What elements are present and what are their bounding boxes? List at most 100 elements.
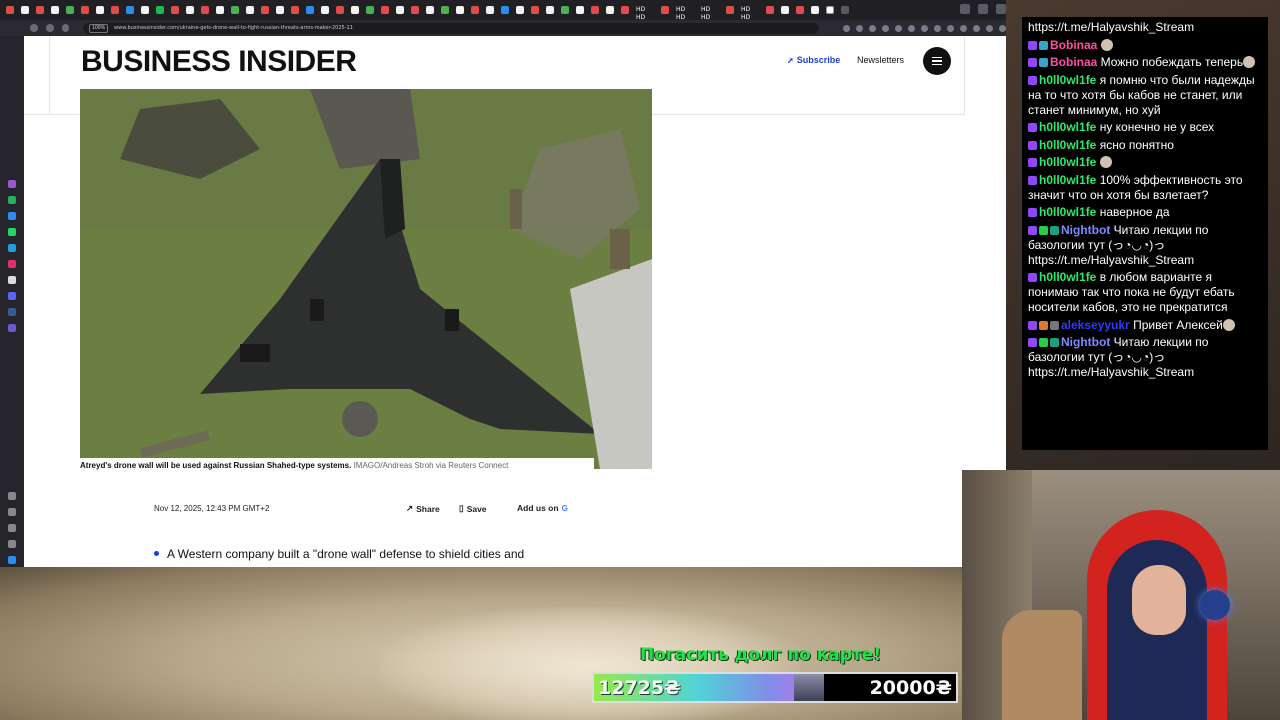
tab-favicon[interactable] [766, 6, 774, 14]
chat-username[interactable]: h0ll0wl1fe [1039, 120, 1100, 134]
chat-username[interactable]: h0ll0wl1fe [1039, 173, 1100, 187]
more-icon[interactable] [8, 556, 16, 564]
tab-favicon[interactable] [351, 6, 359, 14]
forward-icon[interactable] [45, 24, 54, 32]
extension-icon[interactable] [999, 24, 1007, 32]
tab-favicon[interactable] [216, 6, 224, 14]
tab-favicon[interactable] [156, 6, 164, 14]
reload-icon[interactable] [61, 24, 70, 32]
chat-username[interactable]: alekseyyukr [1061, 318, 1133, 332]
minimize-icon[interactable] [960, 4, 970, 14]
settings-icon[interactable] [8, 540, 16, 548]
chat-username[interactable]: Bobinaa [1050, 38, 1101, 52]
tab-favicon[interactable] [546, 6, 554, 14]
tab-favicon[interactable] [516, 6, 524, 14]
tab-favicon[interactable] [396, 6, 404, 14]
menu-button[interactable] [923, 47, 951, 75]
extension-icon[interactable] [869, 24, 877, 32]
extension-icon[interactable] [908, 24, 916, 32]
chat-username[interactable]: Nightbot [1061, 223, 1114, 237]
chat-username[interactable]: Bobinaa [1050, 55, 1101, 69]
tab-hd[interactable]: HD HD [636, 6, 654, 20]
back-icon[interactable] [30, 24, 38, 32]
tab-favicon[interactable] [411, 6, 419, 14]
tab-favicon[interactable] [366, 6, 374, 14]
tab-favicon[interactable] [531, 6, 539, 14]
clock-icon[interactable] [8, 524, 16, 532]
tab-hd[interactable]: HD HD [676, 6, 694, 20]
tab-favicon[interactable] [276, 6, 284, 14]
tab-favicon[interactable] [81, 6, 89, 14]
tab-favicon[interactable] [261, 6, 269, 14]
subscribe-link[interactable]: ➚ Subscribe [787, 55, 840, 65]
downloads-icon[interactable] [8, 508, 16, 516]
sidebar-app-icon[interactable] [8, 212, 16, 220]
tab-hd[interactable]: HD HD [741, 6, 759, 20]
tab-favicon[interactable] [591, 6, 599, 14]
tab-favicon[interactable] [576, 6, 584, 14]
tab-favicon[interactable] [796, 6, 804, 14]
new-tab-button[interactable] [841, 6, 849, 14]
tab-favicon[interactable] [66, 6, 74, 14]
share-button[interactable]: ↗ Share [406, 503, 440, 514]
url-text[interactable]: www.businessinsider.com/ukraine-gets-dro… [114, 25, 353, 31]
tab-favicon[interactable] [781, 6, 789, 14]
extension-icon[interactable] [934, 24, 942, 32]
tab-favicon[interactable] [186, 6, 194, 14]
sidebar-app-icon[interactable] [8, 324, 16, 332]
tab-favicon[interactable] [811, 6, 819, 14]
tab-favicon[interactable] [426, 6, 434, 14]
extension-icon[interactable] [856, 24, 864, 32]
tab-favicon[interactable] [621, 6, 629, 14]
url-field[interactable]: 100% www.businessinsider.com/ukraine-get… [83, 22, 820, 34]
tab-favicon[interactable] [441, 6, 449, 14]
tab-favicon[interactable] [21, 6, 29, 14]
sidebar-app-icon[interactable] [8, 196, 16, 204]
site-logo[interactable]: BUSINESS INSIDER [81, 45, 357, 79]
active-tab[interactable] [826, 6, 834, 14]
tab-favicon[interactable] [321, 6, 329, 14]
tab-favicon[interactable] [486, 6, 494, 14]
tab-favicon[interactable] [726, 6, 734, 14]
tab-favicon[interactable] [201, 6, 209, 14]
tab-favicon[interactable] [336, 6, 344, 14]
chat-username[interactable]: h0ll0wl1fe [1039, 155, 1100, 169]
extension-icon[interactable] [921, 24, 929, 32]
chat-username[interactable]: h0ll0wl1fe [1039, 270, 1100, 284]
extension-icon[interactable] [960, 24, 968, 32]
tab-favicon[interactable] [96, 6, 104, 14]
extension-icon[interactable] [895, 24, 903, 32]
tab-favicon[interactable] [291, 6, 299, 14]
close-icon[interactable] [996, 4, 1006, 14]
extension-icon[interactable] [947, 24, 955, 32]
discord-icon[interactable] [8, 292, 16, 300]
instagram-icon[interactable] [8, 260, 16, 268]
tab-favicon[interactable] [501, 6, 509, 14]
tab-favicon[interactable] [471, 6, 479, 14]
chat-username[interactable]: h0ll0wl1fe [1039, 205, 1100, 219]
tab-favicon[interactable] [111, 6, 119, 14]
add-us-on-google-button[interactable]: Add us on G [517, 503, 568, 513]
tab-favicon[interactable] [306, 6, 314, 14]
tab-favicon[interactable] [381, 6, 389, 14]
tab-hd[interactable]: HD HD [701, 6, 719, 20]
chat-username[interactable]: h0ll0wl1fe [1039, 73, 1100, 87]
newsletters-link[interactable]: Newsletters [857, 55, 904, 65]
sidebar-app-icon[interactable] [8, 180, 16, 188]
tab-favicon[interactable] [561, 6, 569, 14]
sidebar-app-icon[interactable] [8, 308, 16, 316]
tab-favicon[interactable] [36, 6, 44, 14]
x-icon[interactable] [8, 276, 16, 284]
chat-username[interactable]: h0ll0wl1fe [1039, 138, 1100, 152]
history-icon[interactable] [8, 492, 16, 500]
extension-icon[interactable] [882, 24, 890, 32]
telegram-icon[interactable] [8, 244, 16, 252]
tab-favicon[interactable] [6, 6, 14, 14]
extension-icon[interactable] [973, 24, 981, 32]
sidebar-app-icon[interactable] [8, 228, 16, 236]
extension-icon[interactable] [986, 24, 994, 32]
extension-icon[interactable] [843, 24, 851, 32]
chat-username[interactable]: Nightbot [1061, 335, 1114, 349]
maximize-icon[interactable] [978, 4, 988, 14]
tab-favicon[interactable] [126, 6, 134, 14]
